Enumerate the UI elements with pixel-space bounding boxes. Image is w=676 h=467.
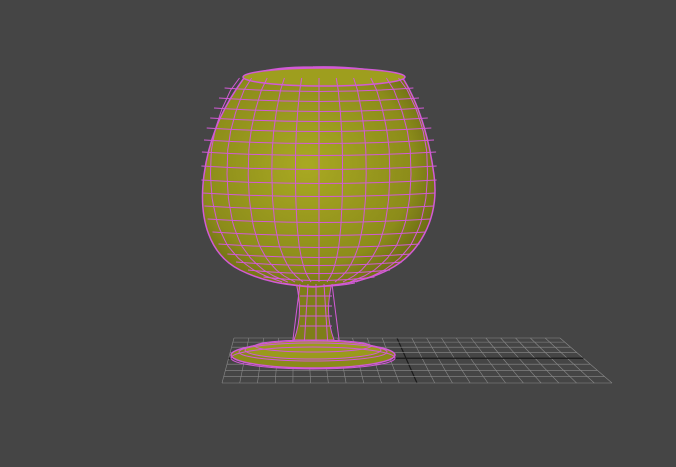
- grid-line: [456, 337, 489, 384]
- 3d-viewport[interactable]: [0, 0, 676, 467]
- wire-stem: [331, 283, 340, 342]
- grid-line: [426, 337, 453, 384]
- grid-line: [470, 337, 506, 384]
- grid-line: [441, 337, 471, 384]
- glass-foot-top: [244, 340, 382, 360]
- grid-line: [559, 337, 613, 384]
- viewport-canvas[interactable]: [0, 0, 676, 467]
- grid-line: [485, 337, 524, 384]
- glass-rim: [242, 67, 406, 87]
- grid-line: [500, 337, 542, 384]
- brandy-glass-mesh[interactable]: [201, 66, 437, 370]
- glass-stem: [293, 281, 335, 341]
- grid-line: [411, 337, 435, 384]
- grid-line: [396, 337, 418, 384]
